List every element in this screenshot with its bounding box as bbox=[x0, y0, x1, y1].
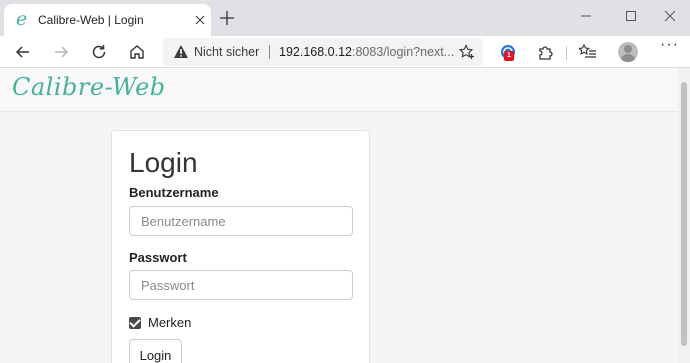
forward-icon[interactable] bbox=[49, 40, 73, 64]
page-title: Login bbox=[129, 147, 198, 178]
extensions-puzzle-icon[interactable] bbox=[533, 40, 557, 64]
maximize-icon[interactable] bbox=[616, 6, 646, 26]
favorites-collections-icon[interactable] bbox=[576, 40, 600, 64]
url-text[interactable]: 192.168.0.12:8083/login?next... bbox=[279, 45, 457, 59]
address-separator bbox=[269, 45, 270, 59]
app-navbar: Calibre-Web bbox=[0, 68, 678, 112]
url-host: 192.168.0.12 bbox=[279, 45, 352, 59]
browser-tab-strip: e Calibre-Web | Login bbox=[0, 0, 690, 36]
warning-icon[interactable] bbox=[173, 44, 189, 64]
add-favorite-icon[interactable] bbox=[458, 44, 475, 65]
tab-title: Calibre-Web | Login bbox=[38, 13, 144, 27]
remember-checkbox[interactable] bbox=[129, 316, 141, 329]
username-input[interactable] bbox=[129, 206, 353, 236]
remember-me[interactable]: Merken bbox=[129, 315, 191, 330]
security-status-text[interactable]: Nicht sicher bbox=[194, 45, 259, 59]
new-tab-icon[interactable] bbox=[218, 9, 236, 27]
more-menu-icon[interactable]: ··· bbox=[660, 36, 679, 54]
close-window-icon[interactable] bbox=[655, 6, 685, 26]
web-page: Calibre-Web Login Benutzername Passwort … bbox=[0, 68, 678, 363]
page-scrollbar[interactable] bbox=[678, 68, 690, 363]
tab-close-icon[interactable] bbox=[192, 12, 208, 28]
calibre-favicon-icon: e bbox=[16, 8, 28, 30]
extension-icon[interactable]: 1 bbox=[496, 40, 520, 64]
extension-badge: 1 bbox=[504, 51, 514, 61]
login-form: Login Benutzername Passwort Merken Login bbox=[111, 130, 370, 363]
minimize-icon[interactable] bbox=[571, 6, 601, 26]
toolbar-divider bbox=[566, 46, 567, 60]
reload-icon[interactable] bbox=[87, 40, 111, 64]
remember-label[interactable]: Merken bbox=[148, 315, 191, 330]
url-path: :8083/login?next... bbox=[352, 45, 455, 59]
home-icon[interactable] bbox=[125, 40, 149, 64]
scrollbar-thumb[interactable] bbox=[681, 82, 687, 346]
username-label: Benutzername bbox=[129, 185, 219, 200]
calibre-web-logo[interactable]: Calibre-Web bbox=[12, 73, 166, 101]
browser-toolbar: Nicht sicher 192.168.0.12:8083/login?nex… bbox=[0, 36, 690, 68]
browser-tab[interactable]: e Calibre-Web | Login bbox=[4, 4, 211, 36]
back-icon[interactable] bbox=[11, 40, 35, 64]
address-bar[interactable]: Nicht sicher 192.168.0.12:8083/login?nex… bbox=[163, 38, 483, 66]
login-button[interactable]: Login bbox=[129, 339, 182, 363]
password-label: Passwort bbox=[129, 250, 187, 265]
password-input[interactable] bbox=[129, 270, 353, 300]
profile-avatar-icon[interactable] bbox=[618, 42, 638, 62]
